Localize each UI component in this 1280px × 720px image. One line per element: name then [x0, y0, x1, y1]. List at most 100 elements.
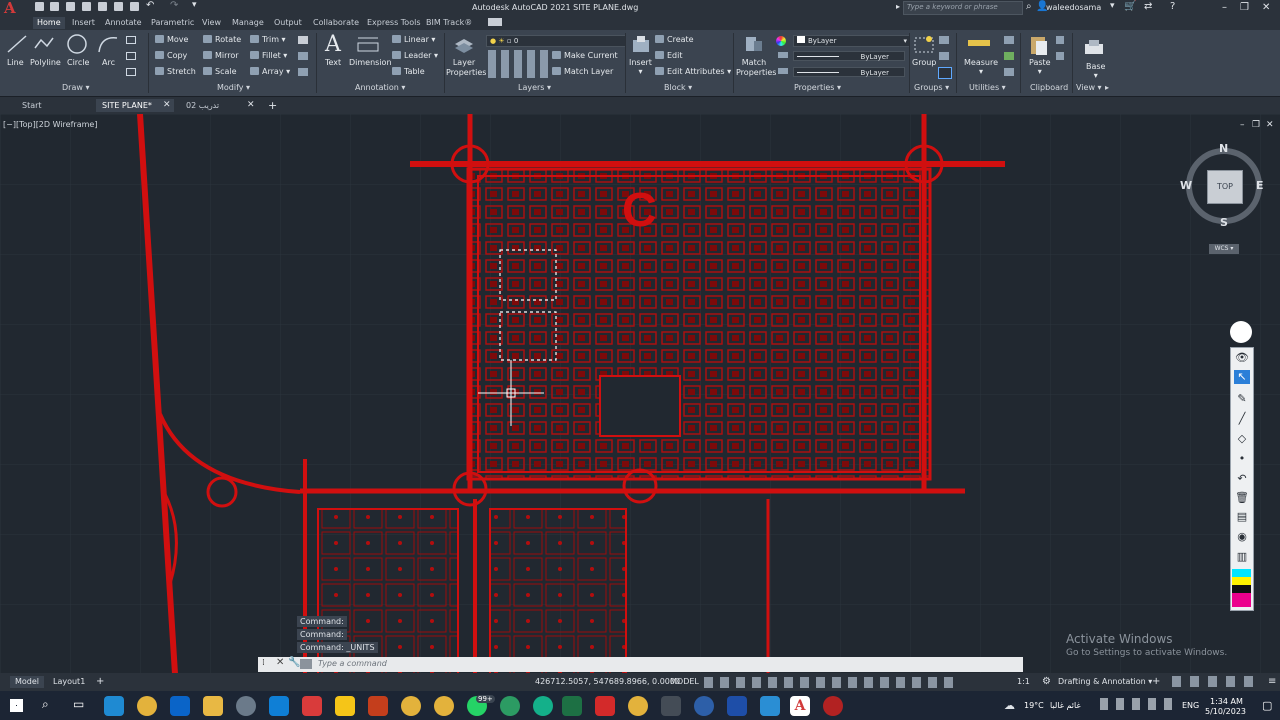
command-close-icon[interactable]: ✕: [276, 657, 284, 668]
ungroup-icon[interactable]: [939, 36, 949, 44]
dot-icon[interactable]: •: [1234, 452, 1250, 466]
undo-nav-icon[interactable]: ↶: [1234, 472, 1250, 486]
tab-bim-track[interactable]: BIM Track®: [422, 17, 476, 29]
app-icon-7[interactable]: [694, 696, 714, 716]
color-cyan-swatch[interactable]: [1232, 569, 1251, 577]
color-yellow-swatch[interactable]: [1232, 577, 1251, 585]
cut-icon[interactable]: [1056, 36, 1064, 44]
app-icon-6[interactable]: [661, 696, 681, 716]
command-grip-icon[interactable]: ⁞: [262, 658, 265, 668]
circle-icon[interactable]: [66, 33, 88, 55]
properties-panel-title[interactable]: Properties ▾: [794, 83, 841, 92]
steering-wheel-icon[interactable]: [1230, 321, 1252, 343]
command-line[interactable]: ⁞ ✕ 🔧 Type a command: [258, 657, 1023, 672]
eraser-icon[interactable]: ◇: [1234, 432, 1250, 446]
look-icon[interactable]: 👁: [1234, 351, 1250, 365]
layer-tools-icons[interactable]: [488, 50, 548, 78]
excel-icon[interactable]: [562, 696, 582, 716]
measure-tool-icon[interactable]: ╱: [1234, 412, 1250, 426]
match-properties-button[interactable]: Match Properties: [736, 58, 776, 78]
close-icon[interactable]: ✕: [1262, 2, 1270, 13]
boundary-icon[interactable]: [126, 68, 136, 76]
linear-button[interactable]: Linear ▾: [392, 35, 435, 44]
tab-annotate[interactable]: Annotate: [101, 17, 146, 29]
ribbon-toggle-icon[interactable]: [488, 18, 502, 26]
lineweight-dropdown[interactable]: ByLayer: [793, 51, 905, 61]
restore-icon[interactable]: ❐: [1240, 2, 1249, 13]
viewport-restore-icon[interactable]: ❐: [1252, 120, 1260, 130]
insert-button[interactable]: Insert ▾: [629, 58, 652, 76]
explode-icon[interactable]: [298, 52, 308, 60]
offset-icon[interactable]: [298, 68, 308, 76]
weather-text[interactable]: غائم غالبا: [1050, 701, 1081, 710]
chrome-icon[interactable]: [137, 696, 157, 716]
drawing-canvas[interactable]: C: [0, 114, 1280, 674]
autocad-taskbar-icon[interactable]: A: [790, 696, 810, 716]
color-dropdown[interactable]: ByLayer ▾: [793, 35, 910, 47]
tab-output[interactable]: Output: [270, 17, 306, 29]
paste-button[interactable]: Paste ▾: [1029, 58, 1051, 76]
array-button[interactable]: Array ▾: [250, 67, 290, 76]
status-tray-icons[interactable]: [1172, 676, 1262, 687]
help-icon[interactable]: ?: [1170, 1, 1175, 12]
new-tab-icon[interactable]: +: [268, 99, 277, 112]
print-icon[interactable]: [114, 2, 123, 11]
web-icon[interactable]: [98, 2, 107, 11]
compass-north[interactable]: N: [1219, 142, 1228, 155]
clipboard-icon[interactable]: ▥: [1234, 550, 1250, 564]
tab-manage[interactable]: Manage: [228, 17, 268, 29]
app-icon-4[interactable]: [500, 696, 520, 716]
cart-icon[interactable]: 🛒: [1124, 1, 1136, 12]
hatch-icon[interactable]: [126, 52, 136, 60]
weather-temp[interactable]: 19°C: [1024, 701, 1044, 710]
close-tab-icon[interactable]: ✕: [247, 100, 255, 110]
line-button[interactable]: Line: [7, 58, 24, 67]
search-icon[interactable]: ⌕: [1026, 1, 1032, 12]
dimension-button[interactable]: Dimension: [349, 58, 392, 67]
chrome-icon-2[interactable]: [401, 696, 421, 716]
powerpoint-icon[interactable]: [368, 696, 388, 716]
weather-icon[interactable]: ☁: [1004, 699, 1015, 712]
utilities-panel-title[interactable]: Utilities ▾: [969, 83, 1006, 92]
customize-status-icon[interactable]: ≡: [1268, 676, 1276, 687]
base-button[interactable]: Base ▾: [1086, 62, 1105, 80]
copy-button[interactable]: Copy: [155, 51, 187, 60]
command-input[interactable]: Type a command: [318, 659, 387, 668]
annotation-panel-title[interactable]: Annotation ▾: [355, 83, 405, 92]
viewport-minimize-icon[interactable]: –: [1240, 120, 1245, 130]
command-customize-icon[interactable]: 🔧: [288, 657, 300, 668]
notification-center-icon[interactable]: ▢: [1262, 699, 1272, 712]
file-tab-start[interactable]: Start: [16, 99, 48, 112]
search-arrow-icon[interactable]: ▸: [896, 2, 900, 11]
clock-date[interactable]: 5/10/2023: [1205, 707, 1246, 716]
viewcube-top-face[interactable]: TOP: [1207, 170, 1243, 204]
close-tab-icon[interactable]: ✕: [163, 100, 171, 110]
layer-dropdown[interactable]: ● ☀ ▫ 0: [486, 35, 626, 47]
compass-west[interactable]: W: [1180, 179, 1192, 192]
modify-panel-title[interactable]: Modify ▾: [217, 83, 250, 92]
measure-icon[interactable]: [968, 40, 990, 46]
wcs-menu[interactable]: WCS ▾: [1209, 244, 1239, 254]
undo-icon[interactable]: ↶: [146, 0, 154, 11]
model-space-toggle[interactable]: MODEL: [665, 676, 704, 688]
user-name[interactable]: waleedosama: [1046, 3, 1101, 12]
edit-attributes-button[interactable]: Edit Attributes ▾: [655, 67, 731, 76]
layers-panel-title[interactable]: Layers ▾: [518, 83, 551, 92]
make-current-button[interactable]: Make Current: [552, 51, 618, 60]
command-prompt-icon[interactable]: [300, 659, 312, 669]
move-button[interactable]: Move: [155, 35, 188, 44]
app-icon-5[interactable]: [533, 696, 553, 716]
print-screen-icon[interactable]: ▤: [1234, 510, 1250, 524]
table-button[interactable]: Table: [392, 67, 425, 76]
outlook-icon[interactable]: [170, 696, 190, 716]
quick-select-icon[interactable]: [1004, 36, 1014, 44]
select-cursor-icon[interactable]: ↖: [1234, 370, 1250, 384]
base-icon[interactable]: [1083, 38, 1105, 56]
open-icon[interactable]: [50, 2, 59, 11]
annotation-scale[interactable]: 1:1: [1012, 676, 1035, 688]
line-icon[interactable]: [6, 34, 28, 54]
app-icon-8[interactable]: [727, 696, 747, 716]
tab-collaborate[interactable]: Collaborate: [309, 17, 363, 29]
text-button[interactable]: Text: [325, 58, 341, 67]
polyline-icon[interactable]: [33, 34, 55, 54]
